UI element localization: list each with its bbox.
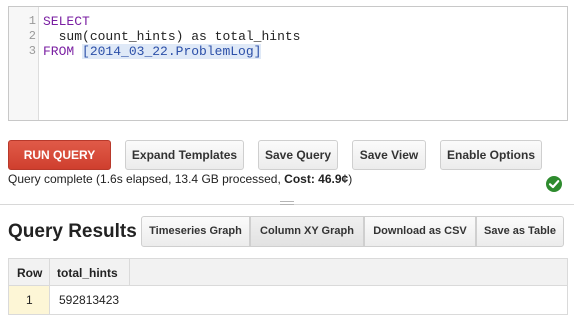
check-circle-icon <box>546 176 562 192</box>
sql-keyword: SELECT <box>43 14 90 29</box>
query-status: Query complete (1.6s elapsed, 13.4 GB pr… <box>8 172 352 186</box>
bigquery-console: 1 2 3 SELECT sum(count_hints) as total_h… <box>0 0 574 328</box>
resize-grip-icon[interactable] <box>280 201 294 208</box>
column-separator <box>49 259 50 314</box>
row-number: 1 <box>26 293 33 307</box>
line-number: 1 <box>28 14 36 28</box>
query-editor[interactable]: 1 2 3 SELECT sum(count_hints) as total_h… <box>8 6 568 121</box>
sql-keyword: FROM <box>43 44 75 59</box>
save-view-button[interactable]: Save View <box>352 140 426 170</box>
table-header: Row total_hints <box>9 259 567 286</box>
line-number-gutter: 1 2 3 <box>9 7 39 120</box>
status-suffix: ) <box>348 172 353 186</box>
column-header-row: Row <box>17 266 43 280</box>
paren-open: ( <box>82 29 90 44</box>
sql-alias: ) as total_hints <box>175 29 301 44</box>
sql-column: count_hints <box>89 29 176 44</box>
cost-label: Cost: 46.9¢ <box>284 172 349 186</box>
column-header-total-hints: total_hints <box>57 266 118 280</box>
timeseries-graph-button[interactable]: Timeseries Graph <box>141 216 250 247</box>
code-line-3: FROM [2014_03_22.ProblemLog] <box>43 44 262 59</box>
run-query-button[interactable]: RUN QUERY <box>8 140 111 170</box>
code-line-1: SELECT <box>43 14 90 29</box>
results-table: Row total_hints 1 592813423 <box>8 258 568 315</box>
column-separator <box>129 259 130 286</box>
sql-function: sum <box>58 29 83 44</box>
download-csv-button[interactable]: Download as CSV <box>364 216 476 247</box>
column-xy-graph-button[interactable]: Column XY Graph <box>250 216 364 247</box>
expand-templates-button[interactable]: Expand Templates <box>125 140 244 170</box>
results-title: Query Results <box>8 221 137 242</box>
save-query-button[interactable]: Save Query <box>258 140 338 170</box>
sql-table-reference: [2014_03_22.ProblemLog] <box>82 44 262 59</box>
line-number: 2 <box>28 29 36 43</box>
enable-options-button[interactable]: Enable Options <box>440 140 542 170</box>
total-hints-value: 592813423 <box>59 293 120 307</box>
code-line-2: sum(count_hints) as total_hints <box>43 29 301 44</box>
line-number: 3 <box>28 44 36 58</box>
save-as-table-button[interactable]: Save as Table <box>476 216 564 247</box>
status-text: Query complete (1.6s elapsed, 13.4 GB pr… <box>8 172 285 186</box>
